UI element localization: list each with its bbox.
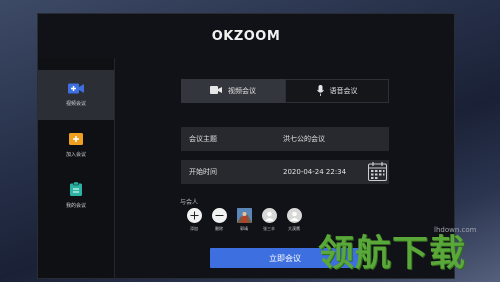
participant-name: 郭靖 (240, 226, 248, 231)
tab-label: 语音会议 (329, 87, 358, 95)
participant-item[interactable]: 张三丰 (257, 208, 281, 232)
tab-video-meeting[interactable]: 视频会议 (181, 79, 285, 103)
video-camera-icon (210, 86, 228, 96)
participants-title: 与会人 (180, 199, 199, 206)
sidebar: 视频会议 加入会议 我的会议 (38, 58, 115, 278)
start-time-label: 开始时间 (189, 168, 217, 176)
avatar-default (261, 208, 277, 223)
plus-icon (69, 132, 83, 147)
meeting-type-tabs: 视频会议 语音会议 (181, 79, 389, 103)
calendar-icon[interactable] (368, 162, 387, 185)
participant-name: 大漠鹰 (288, 226, 300, 231)
avatar-photo (236, 208, 252, 223)
watermark-logo: lhdown.com 领航下载 (318, 222, 496, 278)
tab-voice-meeting[interactable]: 语音会议 (285, 79, 389, 103)
participant-item[interactable]: 郭靖 (232, 208, 256, 232)
meeting-subject-field[interactable]: 会议主题 洪七公的会议 (181, 127, 389, 151)
clipboard-icon (70, 181, 82, 198)
subject-label: 会议主题 (189, 135, 217, 143)
add-participant-button[interactable]: 添加 (182, 208, 206, 232)
app-title: OKZOOM (211, 28, 281, 44)
tab-label: 视频会议 (228, 87, 256, 95)
participant-name: 删除 (215, 226, 223, 231)
sidebar-item-video-meeting[interactable]: 视频会议 (38, 70, 114, 120)
desktop-background: { "app": { "title": "OKZOOM" }, "sidebar… (0, 0, 500, 282)
microphone-icon (316, 84, 330, 98)
sidebar-item-my-meetings[interactable]: 我的会议 (38, 170, 114, 220)
sidebar-item-label: 我的会议 (65, 202, 86, 209)
participant-name: 张三丰 (263, 226, 275, 231)
start-time-value: 2020-04-24 22:34 (283, 168, 347, 176)
video-camera-icon (68, 83, 84, 96)
sidebar-item-join-meeting[interactable]: 加入会议 (38, 120, 114, 170)
participant-item[interactable]: 大漠鹰 (282, 208, 306, 232)
sidebar-item-label: 视频会议 (65, 101, 86, 107)
subject-value: 洪七公的会议 (283, 135, 325, 143)
participant-name: 添加 (190, 226, 198, 231)
remove-circle-icon (211, 208, 227, 223)
add-circle-icon (186, 208, 202, 223)
start-time-field[interactable]: 开始时间 2020-04-24 22:34 (181, 160, 389, 184)
avatar-default (286, 208, 302, 223)
remove-participant-button[interactable]: 删除 (207, 208, 231, 232)
sidebar-item-label: 加入会议 (65, 151, 86, 158)
watermark-text: 领航下载 (318, 233, 467, 274)
